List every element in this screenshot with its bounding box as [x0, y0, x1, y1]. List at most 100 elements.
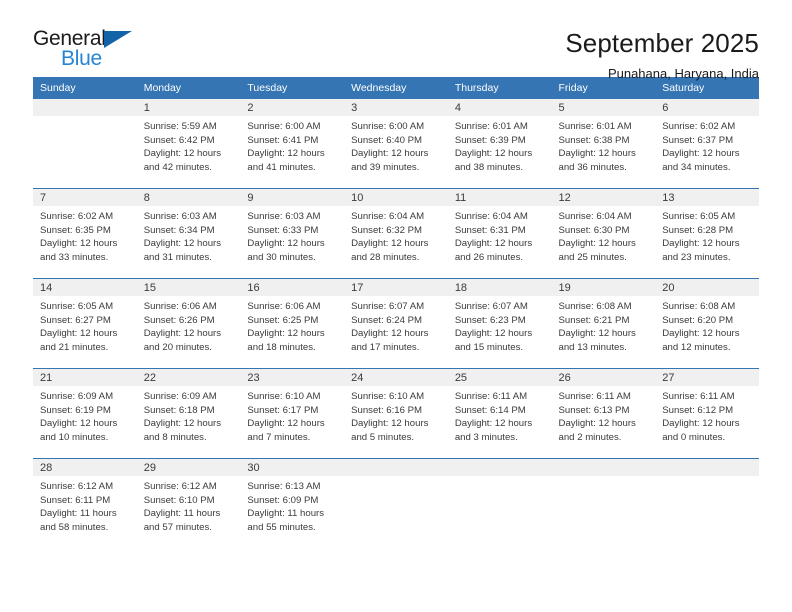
sunset-text: Sunset: 6:34 PM [143, 224, 215, 236]
calendar-day-cell[interactable]: 9 Sunrise: 6:03 AM Sunset: 6:33 PM Daylight… [240, 188, 345, 279]
day-cell-body: 24 Sunrise: 6:10 AM Sunset: 6:16 PM Dayligh… [344, 369, 448, 458]
sunset-text: Sunset: 6:33 PM [247, 224, 319, 236]
daylight-text-line1: Daylight: 12 hours [143, 148, 222, 160]
calendar-day-cell[interactable]: 16 Sunrise: 6:06 AM Sunset: 6:25 PM Dayligh… [240, 278, 345, 369]
calendar-day-cell[interactable]: 8 Sunrise: 6:03 AM Sunset: 6:34 PM Daylight… [136, 188, 241, 279]
day-details: Sunrise: 6:10 AM Sunset: 6:16 PM Daylight:… [344, 386, 448, 444]
day-number: 23 [240, 369, 345, 386]
day-number: 5 [551, 99, 656, 116]
daylight-text-line1: Daylight: 12 hours [351, 328, 429, 340]
sunrise-text: Sunrise: 6:11 AM [662, 391, 735, 402]
day-cell-body: 29 Sunrise: 6:12 AM Sunset: 6:10 PM Dayligh… [136, 459, 241, 548]
calendar-day-cell[interactable]: 2 Sunrise: 6:00 AM Sunset: 6:41 PM Daylight… [240, 99, 345, 189]
day-details: Sunrise: 6:04 AM Sunset: 6:30 PM Daylight:… [552, 206, 656, 264]
daylight-text-line1: Daylight: 11 hours [247, 508, 325, 520]
calendar-day-cell[interactable]: 24 Sunrise: 6:10 AM Sunset: 6:16 PM Dayligh… [344, 368, 448, 459]
calendar-day-cell[interactable]: 7 Sunrise: 6:02 AM Sunset: 6:35 PM Daylight… [33, 188, 137, 279]
calendar-day-cell[interactable]: 13 Sunrise: 6:05 AM Sunset: 6:28 PM Dayligh… [655, 188, 759, 279]
daylight-text-line2: and 26 minutes. [454, 251, 524, 263]
day-cell-body [344, 459, 448, 548]
calendar-day-cell[interactable]: 20 Sunrise: 6:08 AM Sunset: 6:20 PM Dayligh… [655, 278, 759, 369]
day-number: 4 [447, 99, 552, 116]
sunset-text: Sunset: 6:41 PM [247, 134, 319, 146]
day-details: Sunrise: 6:08 AM Sunset: 6:20 PM Daylight:… [655, 296, 759, 354]
day-details: Sunrise: 6:07 AM Sunset: 6:23 PM Daylight:… [448, 296, 552, 354]
day-cell-body: 11 Sunrise: 6:04 AM Sunset: 6:31 PM Dayligh… [447, 189, 552, 278]
day-number: 19 [551, 279, 656, 296]
day-details: Sunrise: 6:12 AM Sunset: 6:10 PM Daylight:… [137, 476, 241, 534]
calendar-day-cell[interactable]: 14 Sunrise: 6:05 AM Sunset: 6:27 PM Dayligh… [33, 278, 137, 369]
calendar-day-cell[interactable]: 12 Sunrise: 6:04 AM Sunset: 6:30 PM Dayligh… [551, 188, 656, 279]
calendar-day-cell[interactable] [551, 458, 656, 548]
calendar-day-cell[interactable]: 19 Sunrise: 6:08 AM Sunset: 6:21 PM Dayligh… [551, 278, 656, 369]
calendar-day-cell[interactable]: 30 Sunrise: 6:13 AM Sunset: 6:09 PM Dayligh… [240, 458, 345, 548]
calendar-day-cell[interactable]: 5 Sunrise: 6:01 AM Sunset: 6:38 PM Daylight… [551, 99, 656, 189]
day-cell-body: 4 Sunrise: 6:01 AM Sunset: 6:39 PM Daylight… [447, 99, 552, 188]
day-details [448, 476, 552, 480]
calendar-day-cell[interactable] [447, 458, 552, 548]
daylight-text-line2: and 0 minutes. [662, 431, 726, 443]
day-cell-body: 16 Sunrise: 6:06 AM Sunset: 6:25 PM Dayligh… [240, 279, 345, 368]
calendar-day-cell[interactable]: 22 Sunrise: 6:09 AM Sunset: 6:18 PM Dayligh… [136, 368, 241, 459]
sunset-text: Sunset: 6:20 PM [662, 314, 734, 326]
day-details: Sunrise: 6:10 AM Sunset: 6:17 PM Daylight:… [240, 386, 344, 444]
calendar-day-cell[interactable]: 27 Sunrise: 6:11 AM Sunset: 6:12 PM Dayligh… [655, 368, 759, 459]
day-details: Sunrise: 6:11 AM Sunset: 6:14 PM Daylight:… [448, 386, 552, 444]
sunrise-text: Sunrise: 6:12 AM [143, 481, 217, 492]
day-number: 26 [551, 369, 656, 386]
day-details: Sunrise: 6:05 AM Sunset: 6:28 PM Daylight:… [655, 206, 759, 264]
day-cell-body: 22 Sunrise: 6:09 AM Sunset: 6:18 PM Dayligh… [136, 369, 241, 458]
day-number: 9 [240, 189, 345, 206]
daylight-text-line1: Daylight: 12 hours [558, 148, 636, 160]
daylight-text-line1: Daylight: 12 hours [558, 328, 636, 340]
sunset-text: Sunset: 6:35 PM [40, 224, 111, 236]
calendar-day-cell[interactable]: 1 Sunrise: 5:59 AM Sunset: 6:42 PM Daylight… [136, 99, 241, 189]
calendar-day-cell[interactable]: 17 Sunrise: 6:07 AM Sunset: 6:24 PM Dayligh… [344, 278, 448, 369]
day-number: 30 [240, 459, 345, 476]
calendar-day-cell[interactable]: 25 Sunrise: 6:11 AM Sunset: 6:14 PM Dayligh… [447, 368, 552, 459]
sunset-text: Sunset: 6:18 PM [143, 404, 215, 416]
daylight-text-line1: Daylight: 12 hours [454, 148, 533, 160]
day-cell-body: 28 Sunrise: 6:12 AM Sunset: 6:11 PM Dayligh… [33, 459, 137, 548]
calendar-day-cell[interactable]: 15 Sunrise: 6:06 AM Sunset: 6:26 PM Dayligh… [136, 278, 241, 369]
day-number: 7 [33, 189, 137, 206]
general-blue-logo[interactable]: General Blue [33, 27, 143, 81]
calendar-day-cell[interactable]: 21 Sunrise: 6:09 AM Sunset: 6:19 PM Dayligh… [33, 368, 137, 459]
page-subtitle: Punahana, Haryana, India [607, 66, 759, 81]
sunset-text: Sunset: 6:13 PM [558, 404, 630, 416]
day-number: 11 [447, 189, 552, 206]
daylight-text-line2: and 41 minutes. [247, 161, 316, 173]
sunrise-text: Sunrise: 6:09 AM [143, 391, 217, 402]
calendar-day-cell[interactable] [344, 458, 448, 548]
calendar-day-cell[interactable]: 29 Sunrise: 6:12 AM Sunset: 6:10 PM Dayligh… [136, 458, 241, 548]
calendar-day-cell[interactable]: 28 Sunrise: 6:12 AM Sunset: 6:11 PM Dayligh… [33, 458, 137, 548]
daylight-text-line1: Daylight: 12 hours [143, 418, 222, 430]
daylight-text-line1: Daylight: 12 hours [454, 418, 533, 430]
day-cell-body: 17 Sunrise: 6:07 AM Sunset: 6:24 PM Dayligh… [344, 279, 448, 368]
day-number: 27 [655, 369, 759, 386]
calendar-day-cell[interactable] [33, 99, 137, 189]
calendar-week-row: 28 Sunrise: 6:12 AM Sunset: 6:11 PM Dayligh… [33, 458, 759, 548]
day-details: Sunrise: 6:11 AM Sunset: 6:12 PM Daylight:… [655, 386, 759, 444]
calendar-week-row: 1 Sunrise: 5:59 AM Sunset: 6:42 PM Daylight… [33, 99, 759, 189]
sunset-text: Sunset: 6:17 PM [247, 404, 319, 416]
calendar-day-cell[interactable]: 4 Sunrise: 6:01 AM Sunset: 6:39 PM Daylight… [447, 99, 552, 189]
calendar-day-cell[interactable]: 11 Sunrise: 6:04 AM Sunset: 6:31 PM Dayligh… [447, 188, 552, 279]
daylight-text-line2: and 7 minutes. [247, 431, 311, 443]
sunrise-text: Sunrise: 6:08 AM [558, 301, 632, 312]
daylight-text-line2: and 10 minutes. [40, 431, 109, 443]
calendar-day-cell[interactable]: 3 Sunrise: 6:00 AM Sunset: 6:40 PM Daylight… [344, 99, 448, 189]
calendar-day-cell[interactable]: 10 Sunrise: 6:04 AM Sunset: 6:32 PM Dayligh… [344, 188, 448, 279]
day-cell-body [447, 459, 552, 548]
calendar-day-cell[interactable]: 23 Sunrise: 6:10 AM Sunset: 6:17 PM Dayligh… [240, 368, 345, 459]
calendar-day-cell[interactable]: 26 Sunrise: 6:11 AM Sunset: 6:13 PM Dayligh… [551, 368, 656, 459]
calendar-day-cell[interactable]: 18 Sunrise: 6:07 AM Sunset: 6:23 PM Dayligh… [447, 278, 552, 369]
daylight-text-line1: Daylight: 12 hours [351, 418, 429, 430]
daylight-text-line1: Daylight: 12 hours [662, 328, 740, 340]
day-number: 29 [136, 459, 241, 476]
daylight-text-line2: and 17 minutes. [351, 341, 420, 353]
calendar-day-cell[interactable]: 6 Sunrise: 6:02 AM Sunset: 6:37 PM Daylight… [655, 99, 759, 189]
day-cell-body [655, 459, 759, 548]
calendar-day-cell[interactable] [655, 458, 759, 548]
day-details: Sunrise: 6:02 AM Sunset: 6:37 PM Daylight:… [655, 116, 759, 174]
